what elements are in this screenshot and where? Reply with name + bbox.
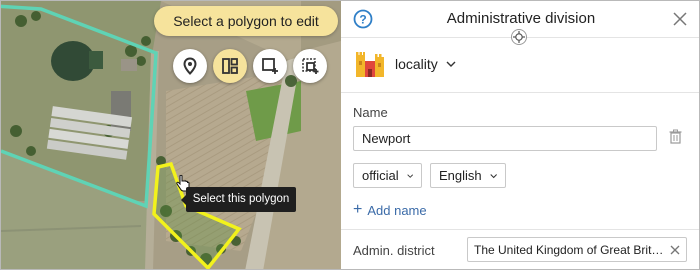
layout-panels-tool-button[interactable] — [213, 49, 247, 83]
layout-panels-icon — [222, 58, 238, 74]
section-divider — [341, 92, 699, 93]
clear-icon[interactable] — [670, 245, 680, 255]
add-name-label: Add name — [367, 202, 427, 218]
plus-icon: + — [353, 201, 363, 218]
cut-polygon-tool-button[interactable] — [293, 49, 327, 83]
chevron-down-icon — [406, 173, 413, 178]
add-polygon-tool-button[interactable] — [253, 49, 287, 83]
category-selector[interactable]: locality — [353, 47, 456, 81]
polygon-tooltip: Select this polygon — [181, 187, 296, 212]
name-type-select[interactable]: official — [353, 163, 422, 188]
chevron-down-icon — [446, 61, 456, 67]
pin-tool-button[interactable] — [173, 49, 207, 83]
name-language-value: English — [439, 168, 482, 183]
name-language-select[interactable]: English — [430, 163, 506, 188]
app-window: Select a polygon to edit Select this pol… — [0, 0, 700, 270]
center-on-map-button[interactable] — [511, 29, 527, 45]
name-label: Name — [353, 105, 388, 120]
add-polygon-icon — [262, 58, 278, 74]
trash-icon[interactable] — [669, 129, 682, 144]
map-imagery — [1, 1, 341, 269]
cut-polygon-icon — [302, 58, 319, 74]
chevron-down-icon — [490, 173, 497, 178]
name-input[interactable] — [353, 126, 657, 151]
crosshair-icon — [513, 31, 525, 43]
pin-icon — [183, 57, 197, 75]
panel-title: Administrative division — [446, 10, 596, 27]
admin-district-field[interactable]: The United Kingdom of Great Britain and … — [467, 237, 687, 262]
object-editor-panel: ? Administrative division locality Name … — [341, 1, 699, 269]
category-label: locality — [395, 56, 438, 72]
name-type-value: official — [362, 168, 399, 183]
castle-icon — [356, 52, 384, 77]
close-icon[interactable] — [673, 12, 687, 26]
add-name-link[interactable]: + Add name — [353, 202, 427, 218]
section-divider — [341, 229, 699, 230]
edit-hint-bubble: Select a polygon to edit — [154, 6, 338, 36]
satellite-map[interactable]: Select a polygon to edit Select this pol… — [1, 1, 341, 269]
admin-district-value: The United Kingdom of Great Britain and … — [474, 242, 666, 257]
admin-district-label: Admin. district — [353, 243, 435, 258]
map-toolbar — [173, 49, 327, 83]
